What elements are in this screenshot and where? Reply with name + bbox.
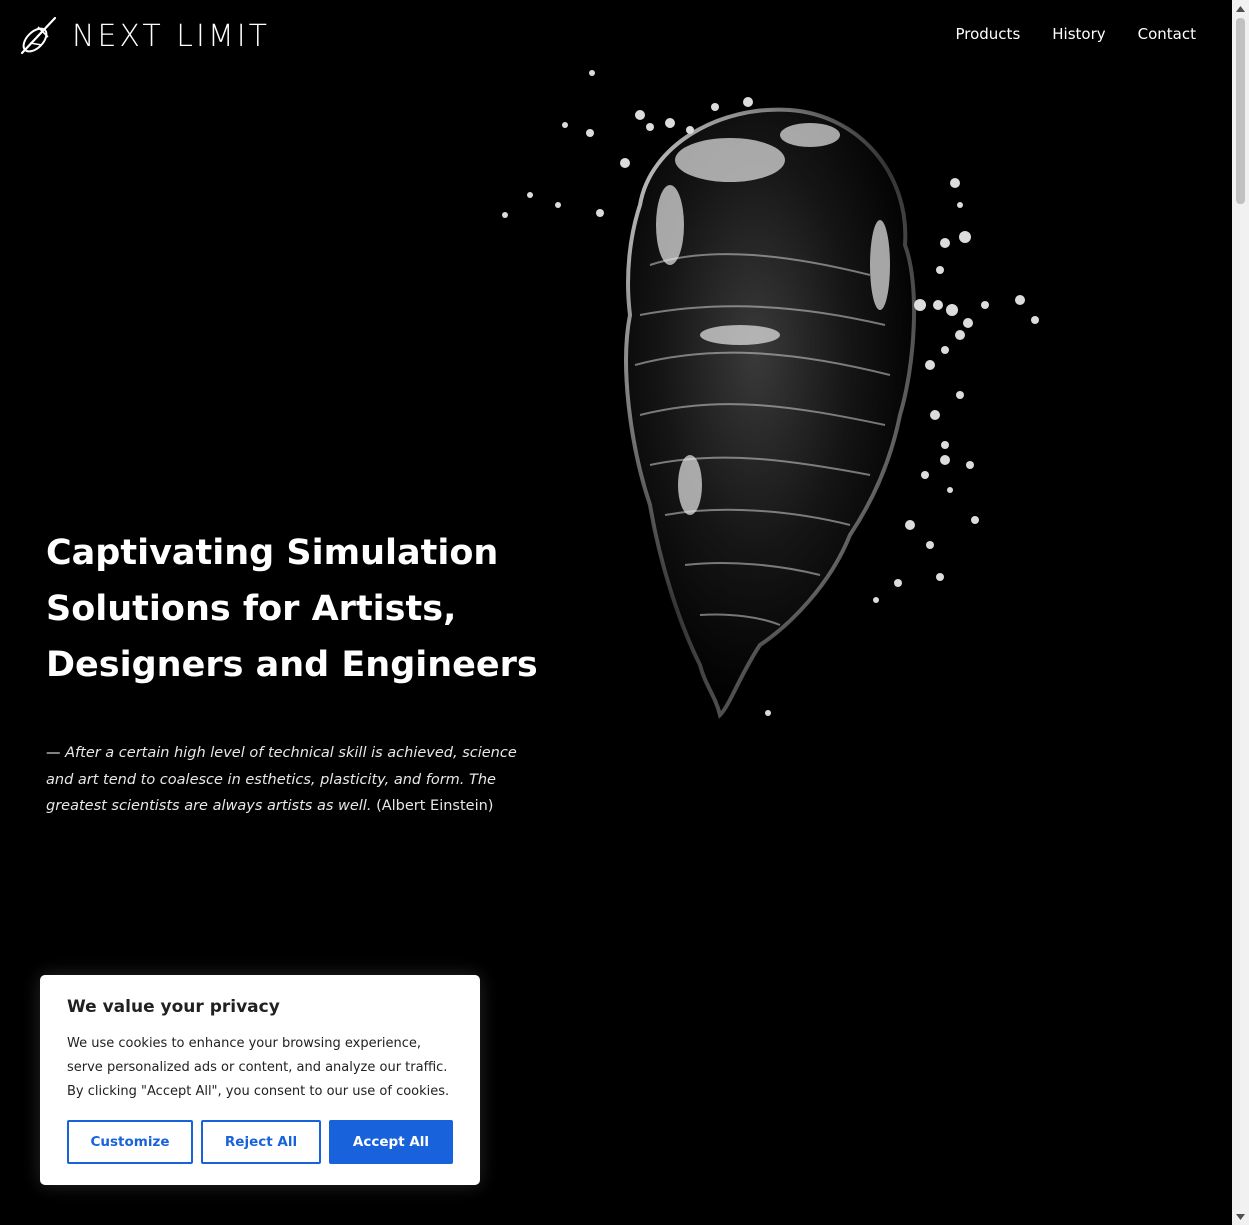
nav-contact[interactable]: Contact <box>1138 25 1196 43</box>
vertical-scrollbar[interactable] <box>1232 0 1249 1225</box>
cookie-description: We use cookies to enhance your browsing … <box>67 1036 450 1099</box>
cookie-buttons: Customize Reject All Accept All <box>67 1120 453 1164</box>
reject-all-button[interactable]: Reject All <box>201 1120 321 1164</box>
headline-line-2: Solutions for Artists, <box>46 589 457 629</box>
einstein-quote: — After a certain high level of technica… <box>46 740 546 820</box>
nav-products[interactable]: Products <box>955 25 1020 43</box>
accept-all-button[interactable]: Accept All <box>329 1120 453 1164</box>
scroll-up-arrow-icon[interactable] <box>1232 0 1249 17</box>
brand-logo-link[interactable]: NEXT LIMIT <box>18 14 270 58</box>
hero-headline: Captivating Simulation Solutions for Art… <box>46 525 566 693</box>
quote-author: (Albert Einstein) <box>376 798 494 814</box>
liquid-water-face-icon <box>490 65 1050 725</box>
brand-name: NEXT LIMIT <box>72 18 270 54</box>
main-nav: Products History Contact <box>955 25 1196 43</box>
next-limit-logo-icon <box>18 15 58 57</box>
cookie-title: We value your privacy <box>67 997 280 1017</box>
cookie-consent-banner: We value your privacy We use cookies to … <box>40 975 480 1185</box>
page: NEXT LIMIT Products History Contact Capt… <box>0 0 1249 1225</box>
quote-dash: — <box>46 745 61 761</box>
scrollbar-thumb[interactable] <box>1236 18 1245 204</box>
headline-line-3: Designers and Engineers <box>46 645 538 685</box>
nav-history[interactable]: History <box>1052 25 1105 43</box>
headline-line-1: Captivating Simulation <box>46 533 499 573</box>
scroll-down-arrow-icon[interactable] <box>1232 1208 1249 1225</box>
customize-button[interactable]: Customize <box>67 1120 193 1164</box>
